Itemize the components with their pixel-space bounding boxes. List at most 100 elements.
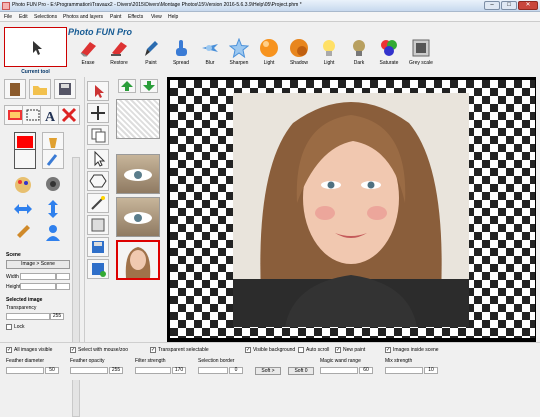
save-button[interactable]: [54, 79, 76, 99]
brush-icon: [145, 41, 158, 56]
menu-paint[interactable]: Paint: [110, 14, 121, 20]
close-button[interactable]: ✕: [518, 1, 538, 10]
eraser-icon: [80, 42, 96, 57]
layer-thumb-texture[interactable]: [116, 99, 160, 139]
scene-label: Scene: [6, 252, 21, 258]
selected-image-label: Selected image: [6, 297, 43, 303]
save-layer-button[interactable]: [87, 237, 109, 257]
layer-thumbnails: [112, 77, 164, 342]
layer-thumb-eye-1[interactable]: [116, 154, 160, 194]
arrow-left-right-icon: [14, 204, 32, 214]
tool-strip: [84, 77, 112, 342]
menu-view[interactable]: View: [151, 14, 162, 20]
tool-paint[interactable]: Paint: [136, 38, 166, 72]
layer-thumb-eye-2[interactable]: [116, 197, 160, 237]
open-folder-button[interactable]: [29, 79, 51, 99]
menu-help[interactable]: Help: [168, 14, 178, 20]
magic-wand-value[interactable]: 60: [359, 367, 373, 374]
tool-restore[interactable]: Restore: [104, 38, 134, 72]
app-icon: [2, 2, 10, 10]
height-slider[interactable]: [20, 283, 56, 290]
maximize-button[interactable]: □: [501, 1, 517, 10]
select-with-mouse-checkbox[interactable]: ✓ Select with mouse/zoo: [70, 347, 128, 353]
feather-opacity-slider[interactable]: [70, 367, 108, 374]
portrait-photo-image: [233, 93, 469, 327]
tool-shadow[interactable]: Shadow: [284, 38, 314, 72]
move-tool-button[interactable]: [87, 103, 109, 123]
eyedropper-button[interactable]: [42, 149, 64, 169]
magic-wand-button[interactable]: [87, 193, 109, 213]
feather-diameter-value[interactable]: 50: [45, 367, 59, 374]
menu-edit[interactable]: Edit: [19, 14, 28, 20]
flip-horizontal-button[interactable]: [12, 199, 34, 219]
restore-icon: [111, 42, 127, 56]
images-inside-scene-checkbox[interactable]: ✓ Images inside scene: [385, 347, 439, 353]
minimize-button[interactable]: –: [484, 1, 500, 10]
menu-photos-layers[interactable]: Photos and layers: [63, 14, 103, 20]
red-cursor-icon: [95, 85, 104, 98]
soft-value-button[interactable]: Soft 0: [288, 367, 314, 375]
left-panel: A Scene Image > Scene Width Height Selec…: [0, 77, 84, 417]
user-button[interactable]: [42, 223, 64, 243]
menu-file[interactable]: File: [4, 14, 12, 20]
tool-erase[interactable]: Erase: [73, 38, 103, 72]
new-paint-checkbox[interactable]: ✓ New paint: [335, 347, 365, 353]
pointer-tool-button[interactable]: [87, 81, 109, 101]
mix-strength-value[interactable]: 10: [424, 367, 438, 374]
rectangle-tool-button[interactable]: [87, 215, 109, 235]
transparency-value[interactable]: 255: [50, 313, 64, 320]
menu-bar: File Edit Selections Photos and layers P…: [0, 12, 540, 22]
width-value[interactable]: [56, 273, 70, 280]
mix-strength-label: Mix strength: [385, 358, 413, 364]
layer-thumb-portrait-selected[interactable]: [116, 240, 160, 280]
tool-saturate[interactable]: Saturate: [374, 38, 404, 72]
visible-background-checkbox[interactable]: ✓ Visible background: [245, 347, 295, 353]
selection-border-slider[interactable]: [198, 367, 228, 374]
hexagon-select-button[interactable]: [87, 171, 109, 191]
floppy-icon: [92, 241, 104, 253]
menu-selections[interactable]: Selections: [34, 14, 57, 20]
layer-up-button[interactable]: [118, 79, 136, 93]
soft-button[interactable]: Soft >: [255, 367, 281, 375]
tool-grey-scale[interactable]: Grey scale: [406, 38, 436, 72]
paint-brush-button[interactable]: [12, 223, 34, 243]
tool-light-bulb[interactable]: Light: [314, 38, 344, 72]
paint-palette-button[interactable]: [12, 175, 34, 195]
tool-spread[interactable]: Spread: [166, 38, 196, 72]
secondary-color-swatch[interactable]: [14, 149, 36, 169]
width-slider[interactable]: [20, 273, 56, 280]
copy-tool-button[interactable]: [87, 125, 109, 145]
magic-wand-slider[interactable]: [320, 367, 358, 374]
tool-light-orb[interactable]: Light: [254, 38, 284, 72]
menu-effects[interactable]: Effects: [128, 14, 143, 20]
transparency-slider[interactable]: [6, 313, 50, 320]
tool-sharpen[interactable]: Sharpen: [224, 38, 254, 72]
hexagon-icon: [89, 174, 107, 188]
selection-border-value[interactable]: 0: [229, 367, 243, 374]
auto-scroll-checkbox[interactable]: Auto scroll: [298, 347, 329, 353]
move-arrows-icon: [91, 106, 105, 120]
transparent-selectable-checkbox[interactable]: ✓ Transparent selectable: [150, 347, 209, 353]
feather-opacity-value[interactable]: 255: [109, 367, 123, 374]
webcam-button[interactable]: [42, 175, 64, 195]
save-as-layer-button[interactable]: [87, 259, 109, 279]
open-book-button[interactable]: [4, 79, 26, 99]
tool-blur[interactable]: Blur: [195, 38, 225, 72]
filter-strength-slider[interactable]: [135, 367, 171, 374]
height-value[interactable]: [56, 283, 70, 290]
cursor-icon: [33, 41, 42, 55]
all-images-visible-checkbox[interactable]: ✓ All images visible: [6, 347, 52, 353]
tool-dark[interactable]: Dark: [344, 38, 374, 72]
delete-button[interactable]: [58, 105, 80, 125]
image-to-scene-button[interactable]: Image > Scene: [6, 260, 70, 269]
filter-strength-value[interactable]: 170: [172, 367, 186, 374]
dark-bulb-icon: [353, 40, 365, 56]
select-arrow-button[interactable]: [87, 149, 109, 169]
feather-diameter-label: Feather diameter: [6, 358, 45, 364]
layer-down-button[interactable]: [140, 79, 158, 93]
mix-strength-slider[interactable]: [385, 367, 423, 374]
flip-vertical-button[interactable]: [42, 199, 64, 219]
portrait-photo-layer[interactable]: [233, 93, 469, 327]
lock-checkbox[interactable]: Lock: [6, 324, 25, 330]
feather-diameter-slider[interactable]: [6, 367, 44, 374]
